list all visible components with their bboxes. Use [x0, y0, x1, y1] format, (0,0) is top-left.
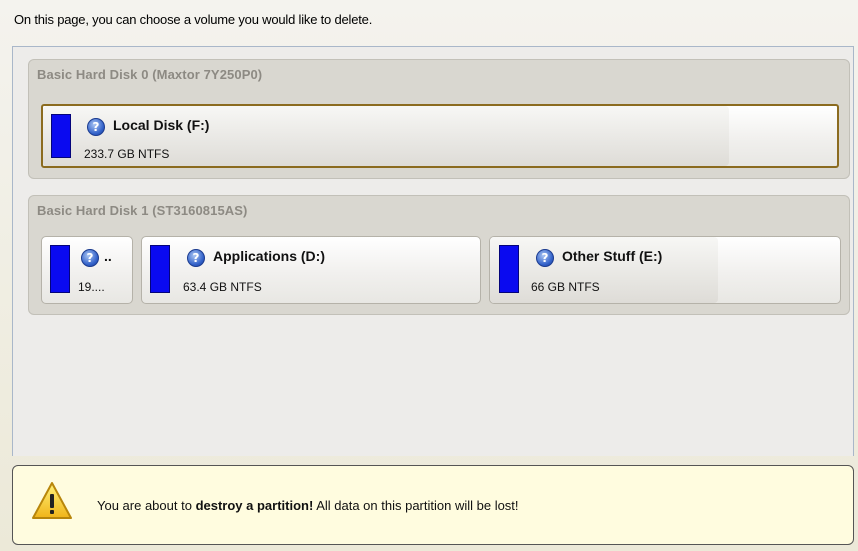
delete-volume-page: On this page, you can choose a volume yo…	[0, 0, 858, 551]
warning-prefix: You are about to	[97, 498, 196, 513]
partition-applications-d[interactable]: ? Applications (D:) 63.4 GB NTFS	[141, 236, 481, 304]
volume-size: 63.4 GB NTFS	[183, 280, 262, 294]
warning-icon	[32, 482, 72, 519]
volume-color-bar	[51, 114, 71, 158]
partition-local-disk-f[interactable]: ? Local Disk (F:) 233.7 GB NTFS	[41, 104, 839, 168]
volume-size: 233.7 GB NTFS	[84, 147, 170, 161]
volume-color-bar	[150, 245, 170, 293]
help-icon: ?	[536, 249, 554, 267]
disk-group-0: Basic Hard Disk 0 (Maxtor 7Y250P0) ? Loc…	[28, 59, 850, 179]
volume-color-bar	[499, 245, 519, 293]
used-space-bar	[490, 237, 718, 303]
volume-color-bar	[50, 245, 70, 293]
disk-group-1: Basic Hard Disk 1 (ST3160815AS) ? .. 19.…	[28, 195, 850, 315]
warning-suffix: All data on this partition will be lost!	[313, 498, 519, 513]
volume-name: Other Stuff (E:)	[562, 248, 663, 264]
help-icon: ?	[187, 249, 205, 267]
page-instruction: On this page, you can choose a volume yo…	[14, 12, 373, 27]
volumes-panel: Basic Hard Disk 0 (Maxtor 7Y250P0) ? Loc…	[12, 46, 854, 456]
partition-other-stuff-e[interactable]: ? Other Stuff (E:) 66 GB NTFS	[489, 236, 841, 304]
volume-name: Local Disk (F:)	[113, 117, 210, 133]
warning-emphasis: destroy a partition!	[195, 498, 314, 513]
help-icon: ?	[81, 249, 99, 267]
volume-size: 66 GB NTFS	[531, 280, 600, 294]
disk-title: Basic Hard Disk 1 (ST3160815AS)	[37, 203, 248, 218]
warning-message-box: You are about to destroy a partition! Al…	[12, 465, 854, 545]
volume-size: 19....	[78, 280, 105, 294]
partition-truncated[interactable]: ? .. 19....	[41, 236, 133, 304]
volume-name: Applications (D:)	[213, 248, 325, 264]
volume-name: ..	[104, 248, 112, 264]
disk-title: Basic Hard Disk 0 (Maxtor 7Y250P0)	[37, 67, 263, 82]
help-icon: ?	[87, 118, 105, 136]
warning-text: You are about to destroy a partition! Al…	[97, 498, 519, 513]
